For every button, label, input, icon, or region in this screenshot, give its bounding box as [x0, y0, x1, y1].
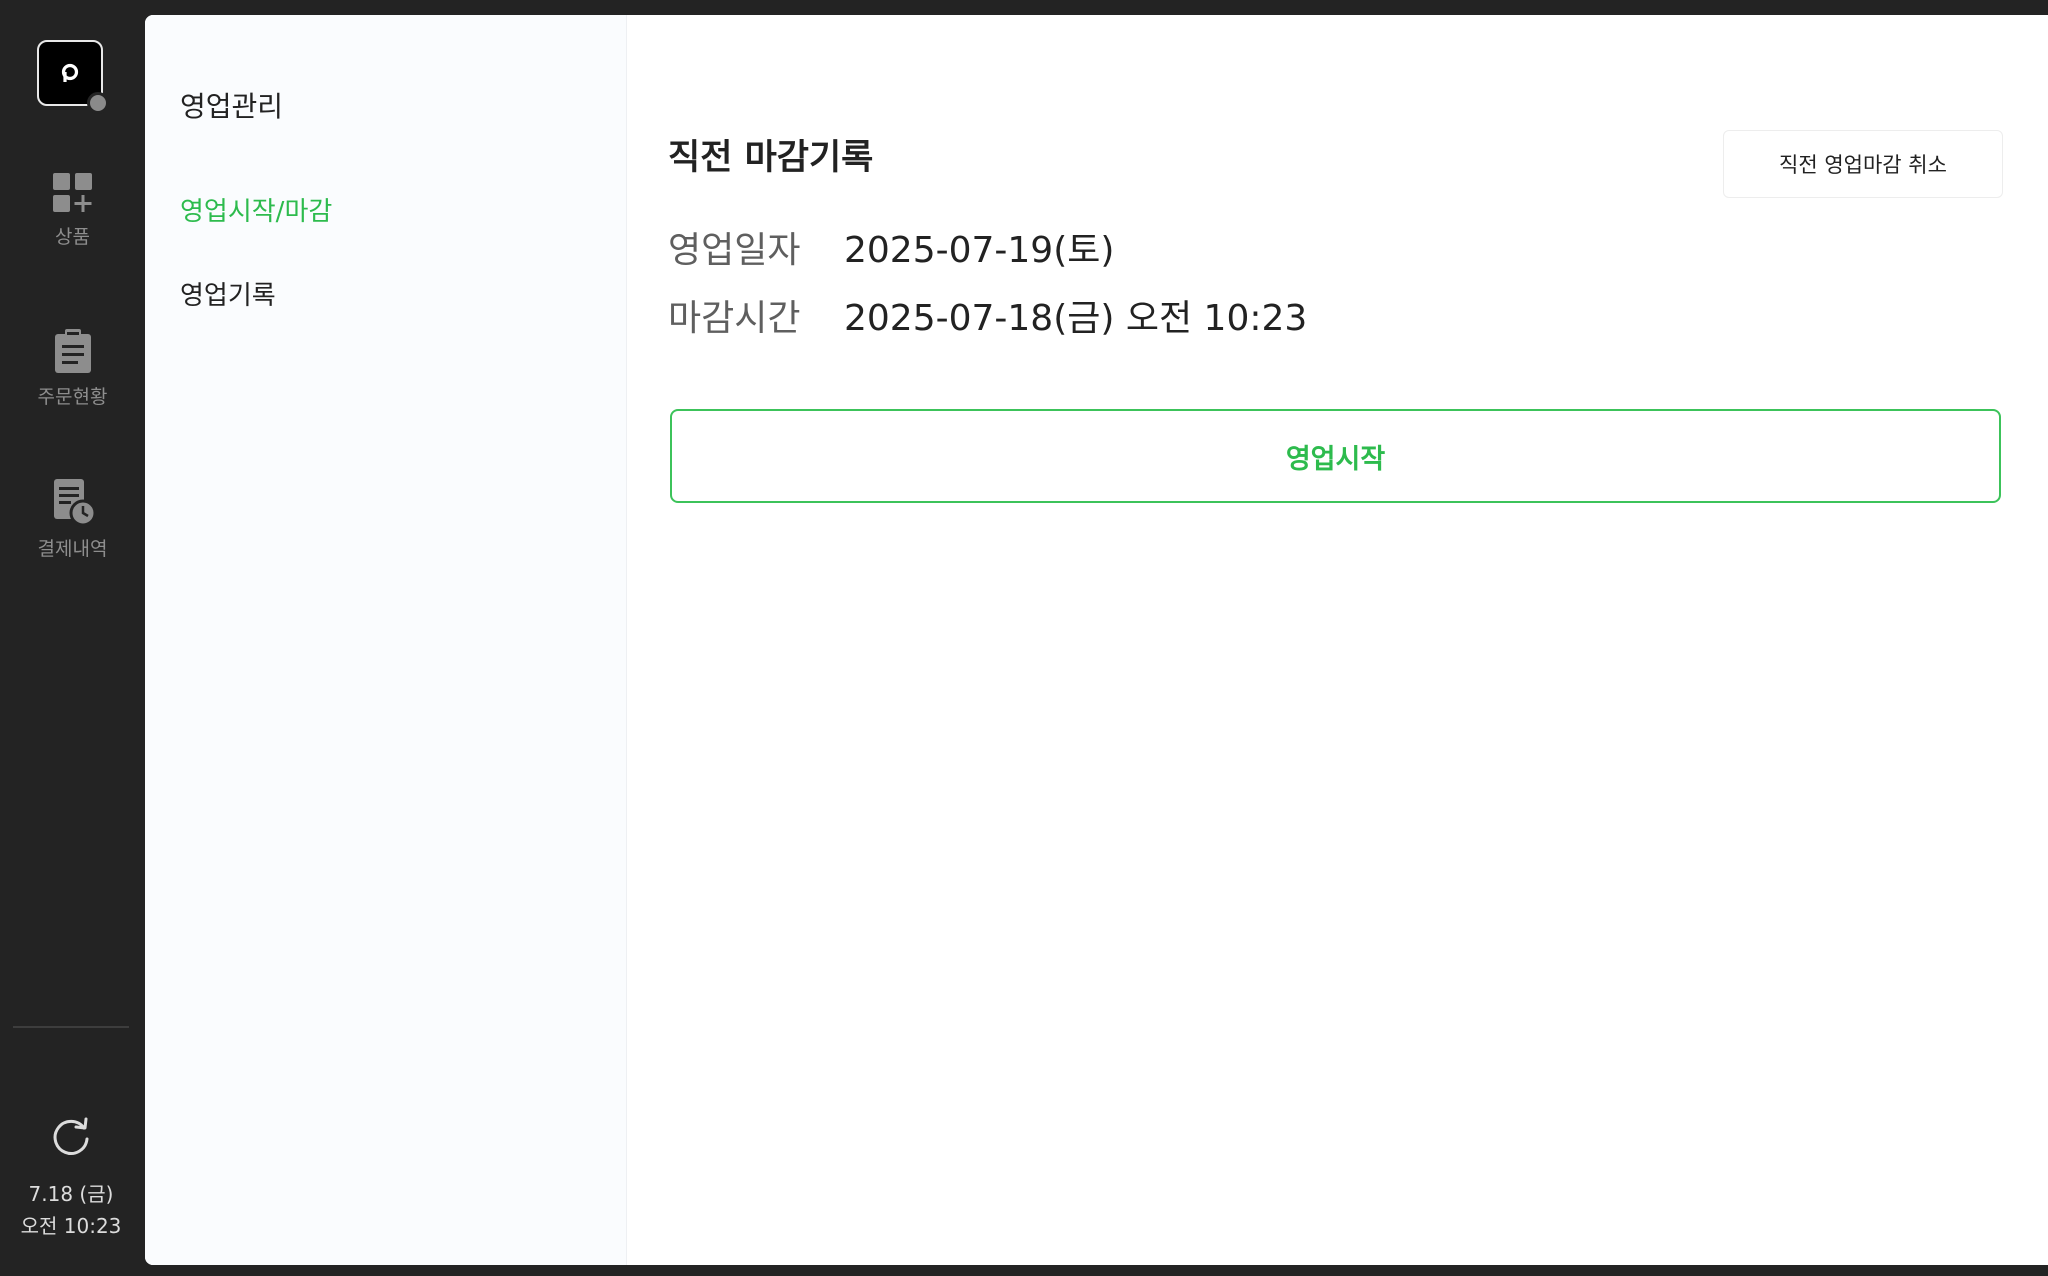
close-time-value: 2025-07-18(금) 오전 10:23 [844, 298, 1308, 339]
subnav-item-records[interactable]: 영업기록 [180, 275, 276, 312]
sub-navigation: 영업관리 영업시작/마감 영업기록 [145, 15, 627, 1265]
rail-item-orders[interactable]: 주문현황 [0, 328, 145, 409]
content-area: 직전 마감기록 직전 영업마감 취소 영업일자 2025-07-19(토) 마감… [626, 15, 2048, 1265]
rail-item-products[interactable]: 상품 [0, 172, 145, 249]
rail-item-label: 주문현황 [37, 386, 108, 408]
status-indicator [87, 92, 109, 114]
clipboard-icon [54, 329, 91, 373]
business-date-value: 2025-07-19(토) [844, 230, 1115, 271]
business-date-label: 영업일자 [668, 230, 801, 271]
clock: 7.18 (금) 오전 10:23 [0, 1178, 142, 1242]
rail-item-label: 상품 [55, 226, 90, 248]
rail-item-payments[interactable]: 결제내역 [0, 478, 145, 561]
rail-divider [13, 1026, 129, 1028]
clock-date: 7.18 (금) [28, 1182, 114, 1206]
grid-plus-icon [52, 173, 92, 212]
p-logo-icon [61, 63, 79, 82]
subnav-title: 영업관리 [180, 90, 284, 123]
refresh-icon[interactable] [48, 1114, 94, 1160]
cancel-last-close-button[interactable]: 직전 영업마감 취소 [1723, 130, 2003, 198]
subnav-item-open-close[interactable]: 영업시작/마감 [180, 191, 332, 228]
rail-item-label: 결제내역 [37, 538, 108, 560]
receipt-clock-icon [53, 479, 96, 526]
close-time-label: 마감시간 [668, 298, 801, 339]
main-panel: 영업관리 영업시작/마감 영업기록 직전 마감기록 직전 영업마감 취소 영업일… [145, 15, 2048, 1265]
clock-time: 오전 10:23 [20, 1214, 122, 1238]
section-title: 직전 마감기록 [668, 138, 874, 178]
side-rail: 상품 주문현황 결제내역 7.18 (금) 오전 10:23 [0, 0, 145, 1276]
start-business-button[interactable]: 영업시작 [670, 409, 2001, 503]
